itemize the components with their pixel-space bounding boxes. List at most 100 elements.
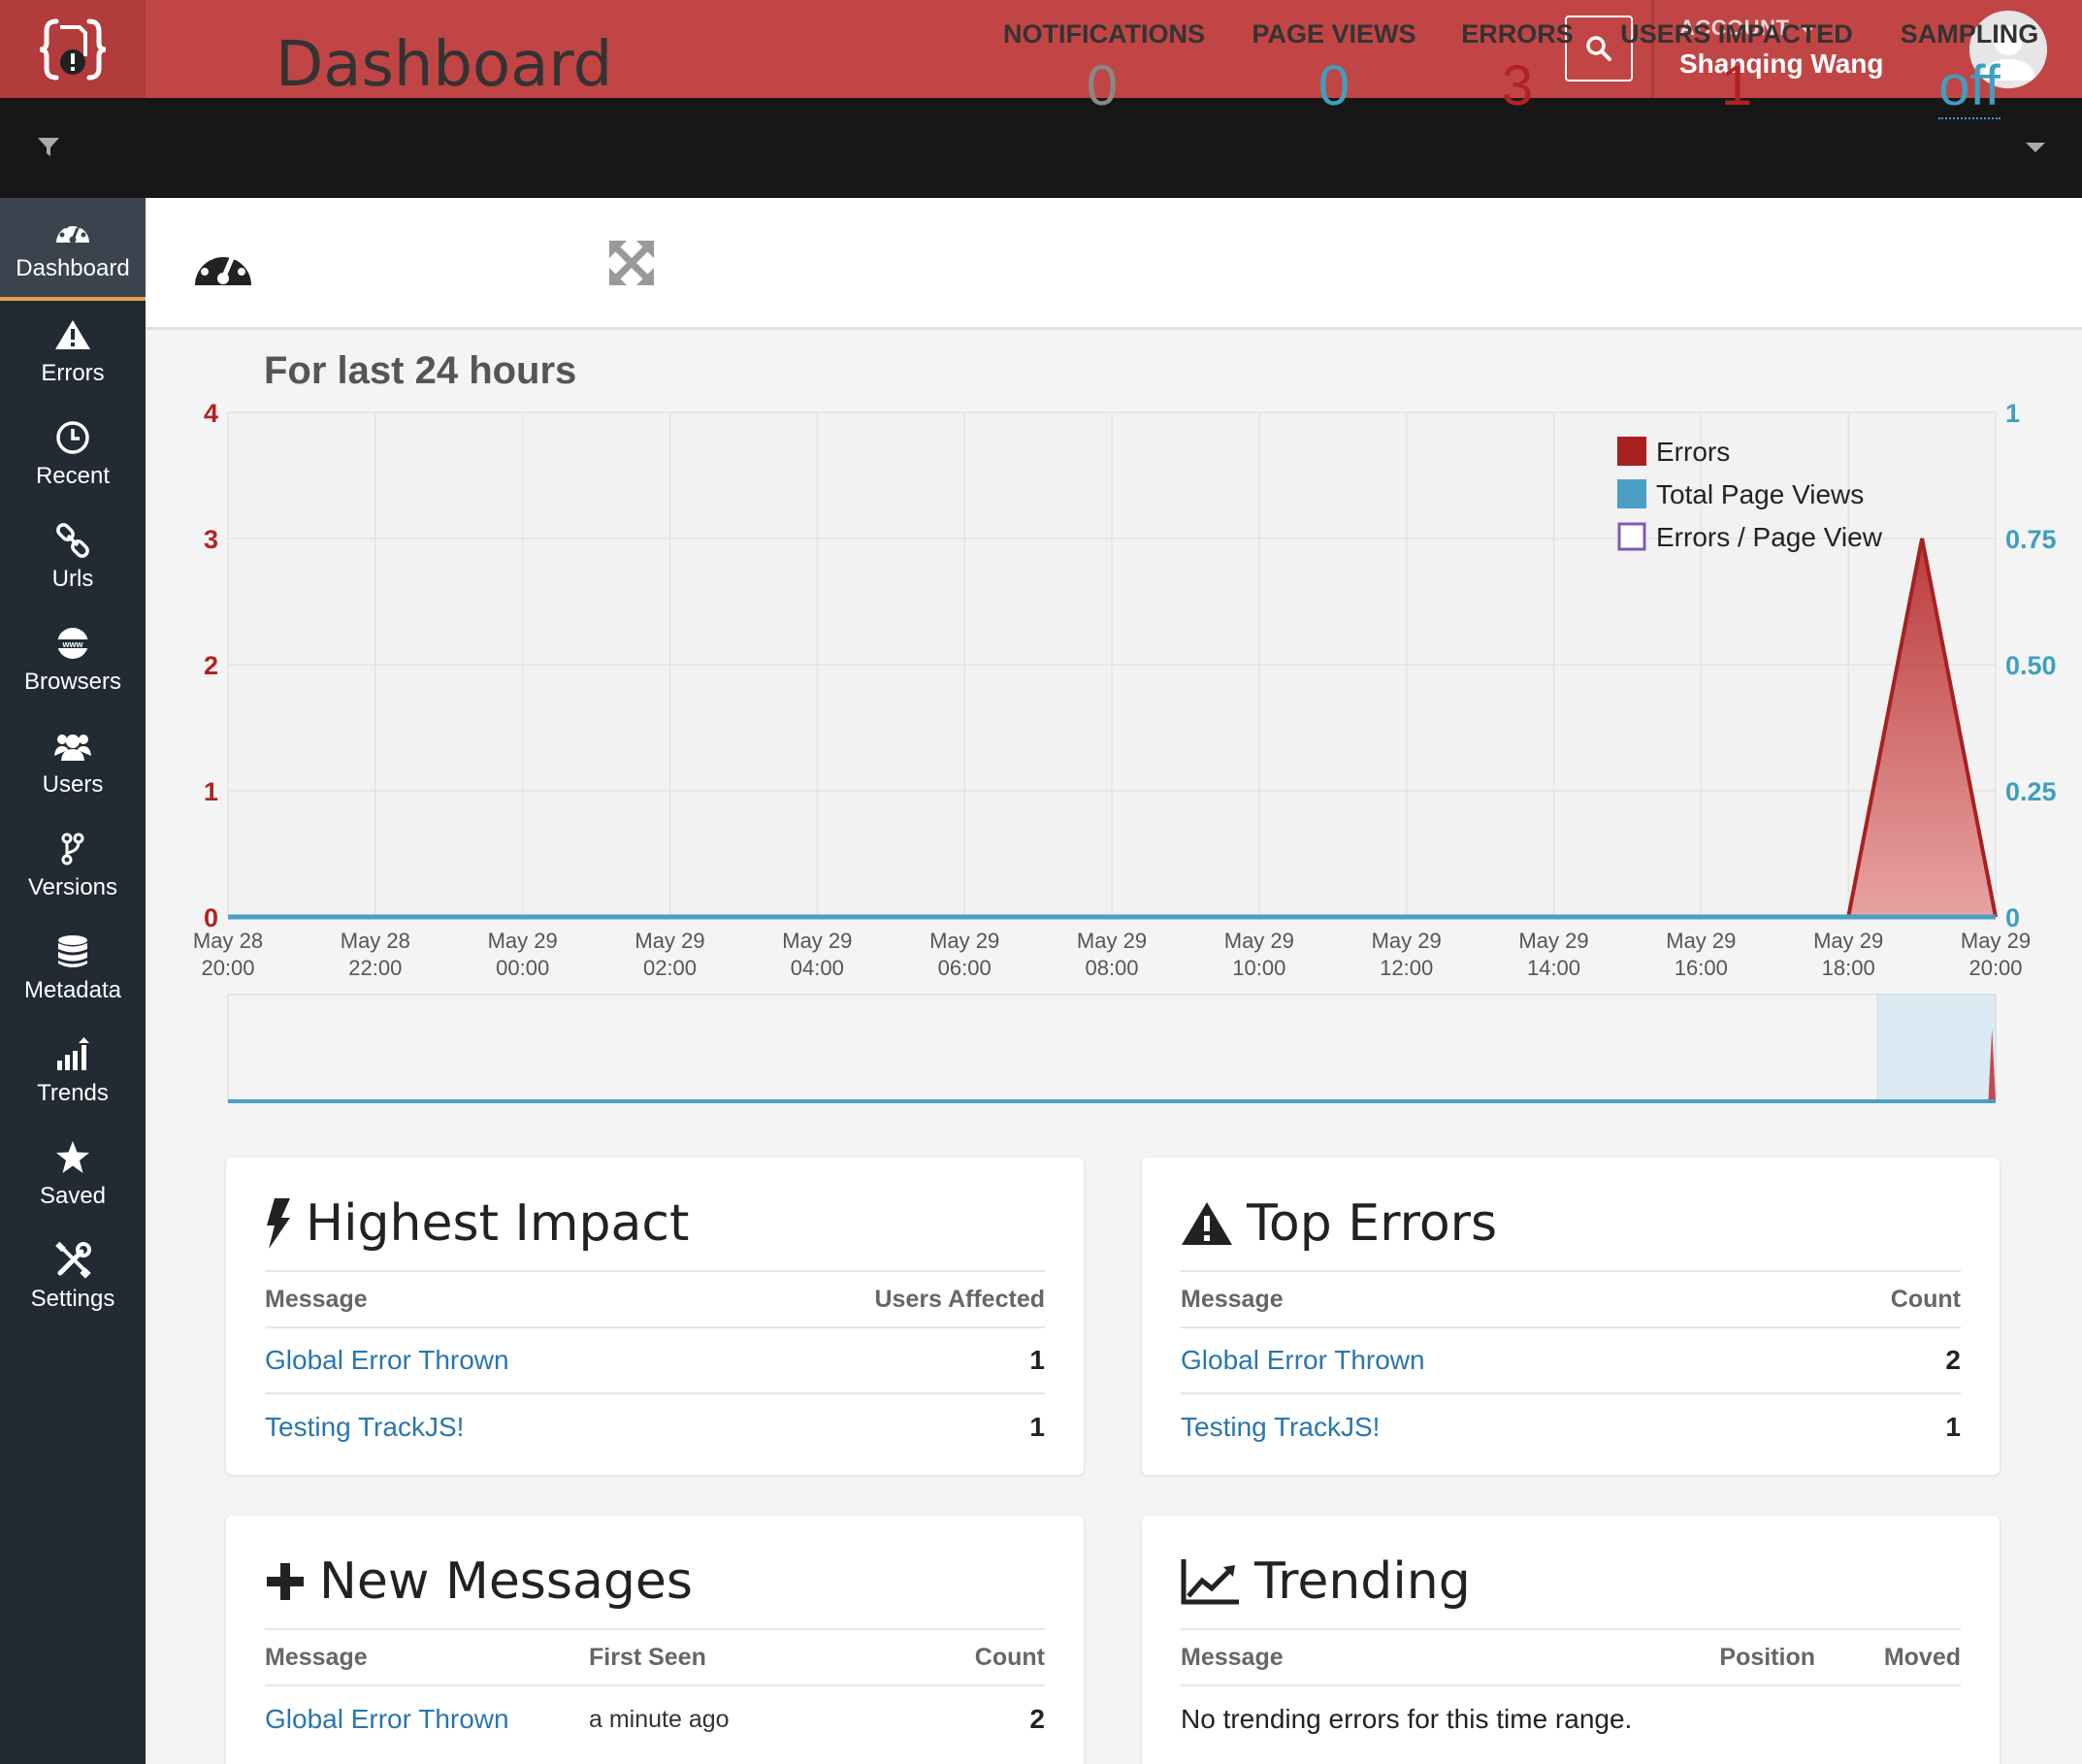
sidebar-item-label: Metadata [23, 977, 122, 1003]
sidebar-item-label: Users [42, 771, 104, 798]
errors-chart[interactable]: 0123400.250.500.751May 2820:00May 2822:0… [175, 393, 2076, 1111]
card-title: Highest Impact [265, 1158, 1045, 1272]
expand-icon[interactable] [607, 239, 656, 287]
sidebar-item-recent[interactable]: Recent [0, 404, 146, 506]
sidebar-item-metadata[interactable]: Metadata [0, 918, 146, 1021]
stat-label: NOTIFICATIONS [1003, 19, 1205, 49]
col-position: Position [1719, 1643, 1815, 1671]
col-message: Message [265, 1285, 368, 1313]
table-row: Global Error Thrown 2 [1181, 1328, 1961, 1394]
message-link[interactable]: Testing TrackJS! [1181, 1412, 1945, 1443]
sidebar-item-label: Saved [39, 1183, 107, 1209]
sidebar-item-settings[interactable]: Settings [0, 1226, 146, 1329]
globe-www-icon: www [54, 628, 91, 659]
stat-page-views[interactable]: PAGE VIEWS 0 [1252, 19, 1416, 118]
y-right-tick-label: 0.50 [2005, 651, 2057, 680]
legend-total-page-views: Total Page Views [1656, 479, 1864, 509]
sidebar-item-browsers[interactable]: www Browsers [0, 609, 146, 712]
sidebar-item-label: Trends [37, 1080, 109, 1106]
col-users-affected: Users Affected [874, 1285, 1045, 1313]
x-tick-label: May 29 [1077, 929, 1147, 953]
sidebar-item-trends[interactable]: Trends [0, 1021, 146, 1124]
x-tick-label: May 29 [1813, 929, 1883, 953]
legend-errors: Errors [1656, 437, 1730, 467]
sidebar-item-label: Versions [27, 874, 118, 900]
y-right-tick-label: 0.25 [2005, 777, 2057, 806]
message-link[interactable]: Global Error Thrown [265, 1704, 589, 1735]
stat-label: SAMPLING [1900, 19, 2039, 49]
message-link[interactable]: Global Error Thrown [265, 1345, 1029, 1376]
stat-notifications[interactable]: NOTIFICATIONS 0 [1003, 19, 1205, 118]
trackjs-logo[interactable] [0, 0, 146, 98]
stat-value[interactable]: off [1898, 53, 2041, 119]
table-header: Message First Seen Count [265, 1630, 1045, 1686]
count-value: 2 [1945, 1345, 1961, 1375]
highest-impact-card: Highest Impact Message Users Affected Gl… [226, 1158, 1084, 1475]
sidebar-item-label: Settings [30, 1286, 115, 1312]
table-header: Message Users Affected [265, 1272, 1045, 1328]
users-affected-value: 1 [1029, 1345, 1045, 1375]
x-tick-label: May 29 [634, 929, 704, 953]
x-tick-label: 14:00 [1527, 956, 1580, 980]
x-tick-label: 18:00 [1822, 956, 1875, 980]
message-link[interactable]: Testing TrackJS! [265, 1412, 1029, 1443]
link-icon [56, 523, 89, 558]
x-tick-label: 10:00 [1232, 956, 1285, 980]
sidebar-item-versions[interactable]: Versions [0, 815, 146, 918]
x-tick-label: 12:00 [1380, 956, 1433, 980]
card-title: Trending [1181, 1516, 1961, 1630]
col-count: Count [1890, 1285, 1961, 1313]
count-value: 2 [1029, 1704, 1045, 1734]
clock-icon [56, 421, 89, 454]
stat-label: USERS IMPACTED [1620, 19, 1853, 49]
star-icon [56, 1141, 89, 1173]
table-row: Global Error Thrown a minute ago 2 [265, 1686, 1045, 1752]
page-title: Dashboard [276, 29, 613, 101]
stat-label: PAGE VIEWS [1252, 19, 1416, 49]
navigator-background [227, 994, 1997, 1102]
col-message: Message [1181, 1285, 1284, 1313]
card-title-text: Top Errors [1247, 1194, 1498, 1253]
top-errors-card: Top Errors Message Count Global Error Th… [1142, 1158, 2000, 1475]
chart-caption: For last 24 hours [264, 349, 577, 392]
card-title-text: Trending [1254, 1552, 1471, 1611]
sidebar-item-label: Urls [51, 566, 94, 592]
database-icon [58, 935, 87, 967]
line-chart-icon [1181, 1559, 1239, 1605]
x-tick-label: May 29 [488, 929, 558, 953]
stat-sampling[interactable]: SAMPLING off [1898, 19, 2041, 119]
stat-users-impacted[interactable]: USERS IMPACTED 1 [1618, 19, 1855, 118]
x-tick-label: May 29 [1666, 929, 1736, 953]
legend-errors-per-page-view: Errors / Page View [1656, 522, 1883, 552]
branch-icon [61, 833, 84, 866]
first-seen-value: a minute ago [589, 1705, 730, 1733]
sidebar-item-label: Recent [35, 463, 111, 489]
dashboard-header [146, 198, 2082, 330]
x-tick-label: May 28 [193, 929, 263, 953]
filter-expand-icon[interactable] [2026, 143, 2045, 152]
sampling-link[interactable]: off [1938, 54, 2001, 119]
sidebar-item-saved[interactable]: Saved [0, 1124, 146, 1226]
sidebar-item-errors[interactable]: Errors [0, 301, 146, 404]
sidebar: Dashboard Errors Recent Urls www Browser… [0, 198, 146, 1764]
new-messages-card: New Messages Message First Seen Count Gl… [226, 1516, 1084, 1764]
x-tick-label: 20:00 [201, 956, 254, 980]
message-link[interactable]: Global Error Thrown [1181, 1345, 1945, 1376]
users-affected-value: 1 [1029, 1412, 1045, 1442]
gauge-icon [195, 245, 251, 285]
card-title: New Messages [265, 1516, 1045, 1630]
warning-icon [55, 320, 90, 349]
x-tick-label: 04:00 [791, 956, 844, 980]
warning-icon [1182, 1202, 1232, 1245]
x-tick-label: 06:00 [938, 956, 992, 980]
sidebar-item-users[interactable]: Users [0, 712, 146, 815]
x-tick-label: 02:00 [643, 956, 697, 980]
stat-errors[interactable]: ERRORS 3 [1461, 19, 1574, 118]
x-tick-label: 20:00 [1968, 956, 2022, 980]
x-tick-label: May 29 [1224, 929, 1294, 953]
filter-icon[interactable] [37, 137, 60, 158]
col-message: Message [1181, 1643, 1284, 1671]
sidebar-item-urls[interactable]: Urls [0, 506, 146, 609]
stat-value: 3 [1501, 54, 1534, 117]
sidebar-item-dashboard[interactable]: Dashboard [0, 198, 146, 301]
